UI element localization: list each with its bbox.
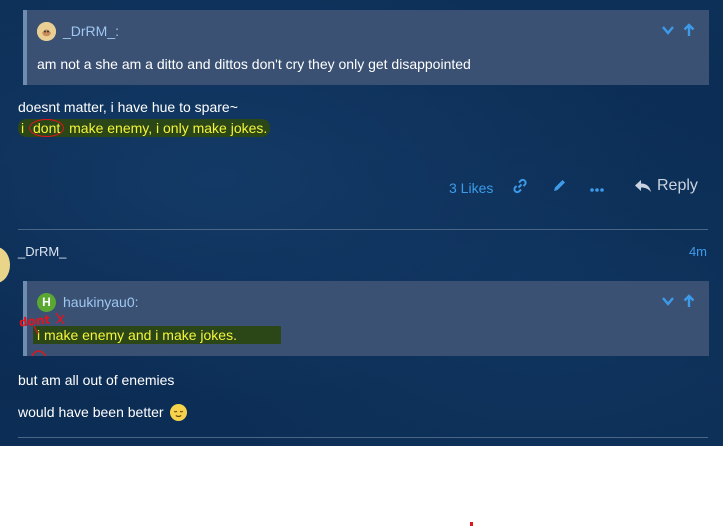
quote-block: _DrRM_: am not a she am a ditto and ditt… [23, 10, 709, 85]
quote-author[interactable]: _DrRM_: [63, 23, 119, 39]
arrow-up-icon[interactable] [683, 23, 695, 39]
quote-text: am not a she am a ditto and dittos don't… [37, 56, 471, 72]
pencil-icon[interactable] [552, 178, 567, 197]
post-text-line: doesnt matter, i have hue to spare~ [18, 99, 238, 115]
post-text-line-with-emoji: would have been better [18, 404, 188, 421]
text-rest: make enemy, i only make jokes. [65, 120, 268, 136]
relieved-face-emoji [170, 404, 188, 421]
likes-button[interactable]: 3 Likes [449, 180, 493, 196]
quote-text-highlighted: i make enemy and i make jokes. [33, 326, 281, 344]
user-avatar-icon: H [37, 292, 56, 312]
post-text: would have been better [18, 404, 164, 420]
post-text-line: but am all out of enemies [18, 372, 175, 388]
post-time[interactable]: 4m [689, 244, 707, 259]
quote-header[interactable]: _DrRM_: [37, 21, 119, 41]
quote-controls [661, 23, 695, 39]
highlighted-text: i dont make enemy, i only make jokes. [18, 119, 271, 137]
forum-thread: _DrRM_: am not a she am a ditto and ditt… [0, 0, 723, 446]
quote-header[interactable]: H haukinyau0: [37, 292, 139, 312]
highlighted-text: i make enemy and i make jokes. [33, 326, 281, 344]
chevron-down-icon[interactable] [661, 23, 675, 39]
arrow-up-icon[interactable] [683, 294, 695, 310]
quote-block: H haukinyau0: i make enemy and i make jo… [23, 281, 709, 356]
post-divider [18, 437, 708, 438]
avatar[interactable] [0, 247, 10, 283]
reply-icon [635, 180, 651, 192]
post-actions: 3 Likes Reply [0, 176, 723, 200]
reply-button[interactable]: Reply [634, 177, 698, 195]
text-prefix: i [21, 120, 28, 136]
post-divider [18, 229, 708, 230]
chevron-down-icon[interactable] [661, 294, 675, 310]
reply-label: Reply [657, 177, 698, 194]
more-icon[interactable] [590, 180, 604, 197]
post-author[interactable]: _DrRM_ [18, 244, 66, 259]
quote-author[interactable]: haukinyau0: [63, 294, 139, 310]
link-icon[interactable] [512, 178, 528, 198]
quote-controls [661, 294, 695, 310]
post-text-highlighted: i dont make enemy, i only make jokes. [18, 119, 271, 137]
annotation-strokes [31, 312, 65, 357]
ditto-avatar-icon [37, 21, 56, 41]
annotation-mark [470, 522, 473, 526]
circled-word: dont [29, 119, 65, 137]
